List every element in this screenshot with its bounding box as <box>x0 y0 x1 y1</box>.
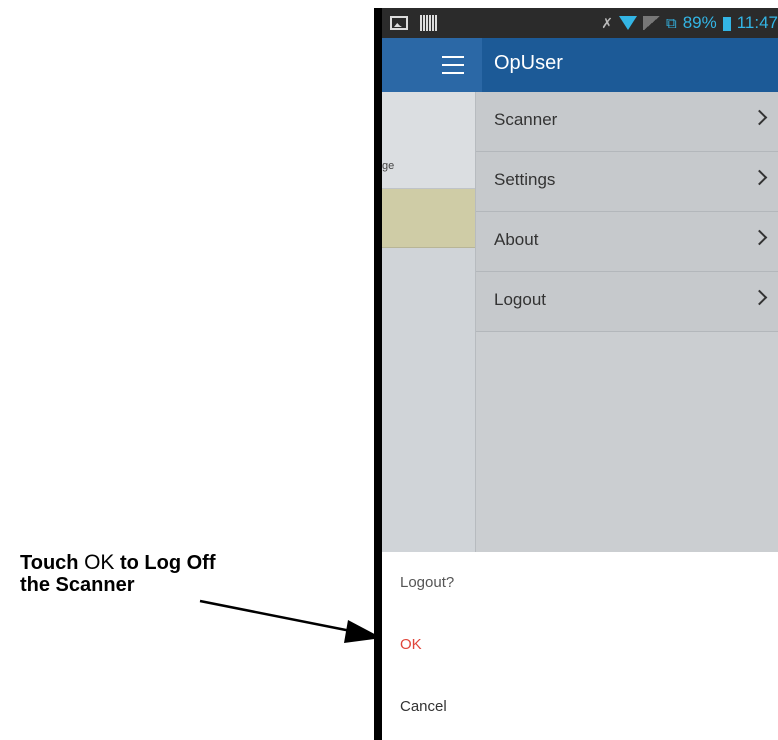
background-content: ge <box>382 92 475 552</box>
ok-button[interactable]: OK <box>396 634 426 655</box>
status-bar: ✗ ⧉ 89% 11:47 <box>382 8 778 38</box>
mute-icon: ✗ <box>601 14 613 31</box>
cancel-button[interactable]: Cancel <box>396 696 451 717</box>
image-icon <box>390 16 408 30</box>
drawer-item-about[interactable]: About <box>476 212 778 272</box>
wifi-icon <box>618 16 637 30</box>
network-icon: ⧉ <box>665 14 677 32</box>
signal-icon <box>642 16 660 30</box>
drawer-item-label: Logout <box>494 290 546 309</box>
battery-icon <box>722 15 731 31</box>
chevron-right-icon <box>751 289 768 306</box>
app-bar: OpUser <box>382 38 778 92</box>
partial-text: ge <box>382 160 395 172</box>
callout-text: Touch OK to Log Off the Scanner <box>20 551 216 597</box>
drawer-item-scanner[interactable]: Scanner <box>476 92 778 152</box>
status-time: 11:47 <box>736 13 778 32</box>
drawer-item-settings[interactable]: Settings <box>476 152 778 212</box>
nav-drawer: Scanner Settings About Logout <box>475 92 778 552</box>
callout-line-1: Touch OK to Log Off <box>20 551 216 575</box>
barcode-icon <box>420 15 438 31</box>
chevron-right-icon <box>751 109 768 126</box>
chevron-right-icon <box>751 169 768 186</box>
phone-frame: ✗ ⧉ 89% 11:47 OpUser ge Scanner Settings… <box>374 8 778 740</box>
battery-percent: 89% <box>682 13 717 32</box>
callout-ok-word: OK <box>84 551 115 574</box>
drawer-item-logout[interactable]: Logout <box>476 272 778 332</box>
drawer-item-label: About <box>494 230 539 249</box>
app-title: OpUser <box>494 52 563 74</box>
logout-dialog: Logout? OK Cancel <box>382 552 778 740</box>
callout-line-2: the Scanner <box>20 574 135 596</box>
hamburger-menu-icon[interactable] <box>442 56 464 74</box>
phone-screen: ✗ ⧉ 89% 11:47 OpUser ge Scanner Settings… <box>382 8 778 740</box>
drawer-item-label: Settings <box>494 170 556 189</box>
dialog-title: Logout? <box>400 574 455 591</box>
chevron-right-icon <box>751 229 768 246</box>
drawer-item-label: Scanner <box>494 110 558 129</box>
highlighted-row <box>382 189 475 248</box>
